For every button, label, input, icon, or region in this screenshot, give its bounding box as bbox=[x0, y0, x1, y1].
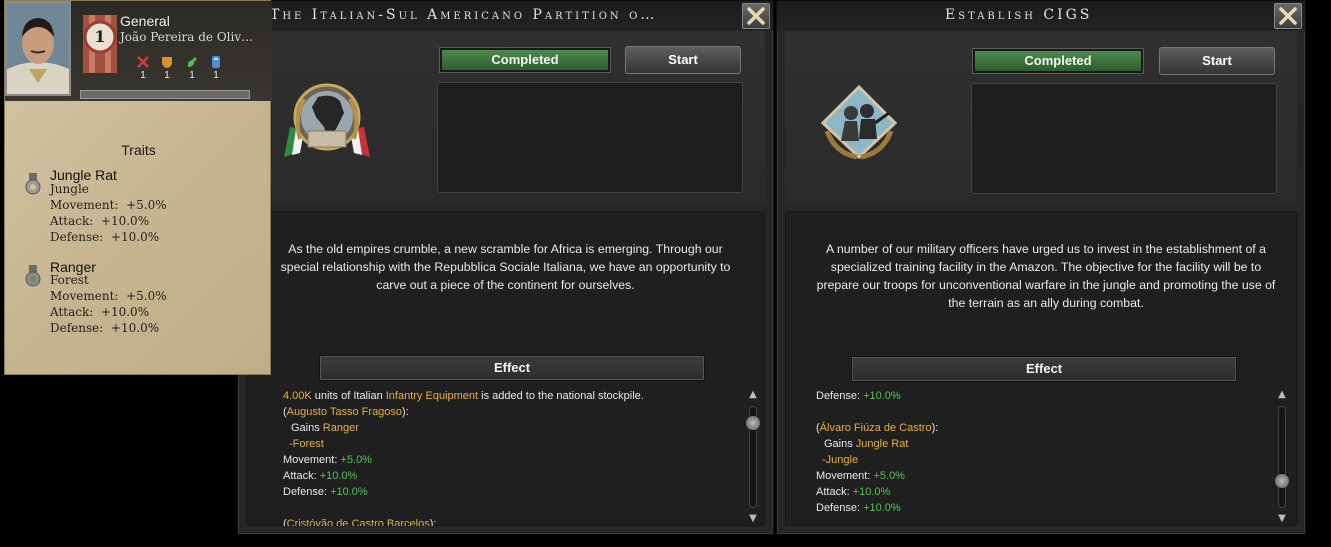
defense-skill-icon bbox=[160, 55, 174, 69]
defense-skill: 1 bbox=[160, 55, 174, 81]
scroll-down-icon[interactable]: ▼ bbox=[746, 512, 760, 526]
panel-header: The Italian-Sul Americano Partition o… bbox=[238, 1, 773, 31]
effect-line-defense: Defense: +10.0% bbox=[283, 486, 368, 498]
effect-line-general: (Augusto Tasso Fragoso): bbox=[283, 406, 409, 418]
general-header: 1 General João Pereira de Oliv… 1 1 1 1 bbox=[5, 1, 272, 101]
decision-cost-box bbox=[971, 83, 1277, 194]
effect-scrollbar[interactable]: ▲ ▼ bbox=[746, 388, 760, 526]
attack-skill-icon bbox=[136, 55, 150, 69]
decision-panel-italian-partition: The Italian-Sul Americano Partition o… C… bbox=[237, 0, 774, 535]
decision-lower-area: A number of our military officers have u… bbox=[785, 211, 1297, 526]
start-button[interactable]: Start bbox=[1159, 47, 1275, 75]
close-button[interactable] bbox=[1274, 3, 1302, 29]
effect-list: Defense: +10.0% (Álvaro Fiúza de Castro)… bbox=[816, 388, 1266, 526]
close-icon bbox=[747, 7, 765, 25]
trait-stat-movement: Movement: +5.0% bbox=[50, 198, 167, 212]
scroll-up-icon[interactable]: ▲ bbox=[1275, 388, 1289, 402]
logistics-skill-value: 1 bbox=[213, 70, 219, 81]
planning-skill-value: 1 bbox=[189, 70, 195, 81]
scroll-down-icon[interactable]: ▼ bbox=[1275, 512, 1289, 526]
effect-list: 4.00K units of Italian Infantry Equipmen… bbox=[283, 388, 738, 526]
decision-upper-area: Completed Start bbox=[785, 31, 1297, 203]
effect-line-defense: Defense: +10.0% bbox=[816, 502, 901, 514]
general-rank-number: 1 bbox=[94, 27, 106, 46]
decision-cost-box bbox=[437, 82, 743, 193]
decision-title: Establish CIGS bbox=[945, 7, 1093, 23]
trait-stat-defense: Defense: +10.0% bbox=[50, 321, 160, 335]
effect-line-terrain: -Jungle bbox=[822, 454, 859, 466]
trait-terrain: Forest bbox=[50, 273, 89, 287]
effect-line-general-2: (Cristóvão de Castro Barcelos): bbox=[283, 518, 437, 526]
effect-header: Effect bbox=[851, 356, 1237, 382]
effect-line-gains: Gains Ranger bbox=[291, 422, 359, 434]
general-portrait bbox=[5, 1, 71, 96]
decision-description: As the old empires crumble, a new scramb… bbox=[280, 242, 731, 292]
general-tooltip-card: 1 General João Pereira de Oliv… 1 1 1 1 … bbox=[4, 0, 272, 375]
africa-partition-icon bbox=[274, 79, 380, 165]
planning-skill-icon bbox=[185, 55, 199, 69]
jungle-rat-trait-icon bbox=[25, 173, 41, 195]
defense-skill-value: 1 bbox=[164, 70, 170, 81]
traits-title: Traits bbox=[121, 142, 156, 158]
completed-status-bar: Completed bbox=[439, 47, 611, 73]
scroll-thumb[interactable] bbox=[746, 416, 760, 430]
decision-upper-area: Completed Start bbox=[246, 31, 765, 203]
close-icon bbox=[1279, 7, 1297, 25]
ranger-trait-icon bbox=[25, 265, 41, 287]
logistics-skill: 1 bbox=[209, 55, 223, 81]
effect-line-terrain: -Forest bbox=[289, 438, 324, 450]
trait-stat-attack: Attack: +10.0% bbox=[50, 214, 150, 228]
effect-line-gains: Gains Jungle Rat bbox=[824, 438, 909, 450]
effect-line-attack: Attack: +10.0% bbox=[283, 470, 358, 482]
effect-line-stockpile: 4.00K units of Italian Infantry Equipmen… bbox=[283, 390, 644, 402]
general-rank-badge: 1 bbox=[79, 15, 121, 73]
trait-name-jungle-rat: Jungle Rat bbox=[50, 167, 117, 183]
trait-stat-defense: Defense: +10.0% bbox=[50, 230, 160, 244]
decision-panel-establish-cigs: Establish CIGS Completed Start A number … bbox=[776, 0, 1306, 535]
scroll-up-icon[interactable]: ▲ bbox=[746, 388, 760, 402]
scroll-track[interactable] bbox=[1278, 406, 1286, 508]
effect-line-attack: Attack: +10.0% bbox=[816, 486, 891, 498]
attack-skill: 1 bbox=[136, 55, 150, 81]
effect-scrollbar[interactable]: ▲ ▼ bbox=[1275, 388, 1289, 526]
logistics-skill-icon bbox=[209, 55, 223, 69]
scroll-thumb[interactable] bbox=[1275, 474, 1289, 488]
trait-stat-movement: Movement: +5.0% bbox=[50, 289, 167, 303]
planning-skill: 1 bbox=[185, 55, 199, 81]
general-name: João Pereira de Oliv… bbox=[120, 30, 254, 44]
jungle-soldiers-icon bbox=[817, 83, 901, 161]
effect-header: Effect bbox=[319, 355, 705, 381]
attack-skill-value: 1 bbox=[140, 70, 146, 81]
effect-line-movement: Movement: +5.0% bbox=[283, 454, 372, 466]
effect-line-defense-prev: Defense: +10.0% bbox=[816, 390, 901, 402]
completed-status-bar: Completed bbox=[972, 48, 1144, 74]
trait-stat-attack: Attack: +10.0% bbox=[50, 305, 150, 319]
general-role: General bbox=[120, 13, 170, 29]
panel-header: Establish CIGS bbox=[777, 1, 1305, 31]
experience-bar bbox=[80, 90, 250, 99]
decision-title: The Italian-Sul Americano Partition o… bbox=[270, 7, 658, 23]
trait-terrain: Jungle bbox=[50, 182, 89, 196]
decision-description: A number of our military officers have u… bbox=[816, 242, 1276, 310]
effect-line-movement: Movement: +5.0% bbox=[816, 470, 905, 482]
start-button[interactable]: Start bbox=[625, 46, 741, 74]
close-button[interactable] bbox=[742, 3, 770, 29]
effect-line-general: (Álvaro Fiúza de Castro): bbox=[816, 422, 939, 434]
general-portrait-image bbox=[7, 3, 69, 94]
decision-lower-area: As the old empires crumble, a new scramb… bbox=[246, 211, 765, 526]
